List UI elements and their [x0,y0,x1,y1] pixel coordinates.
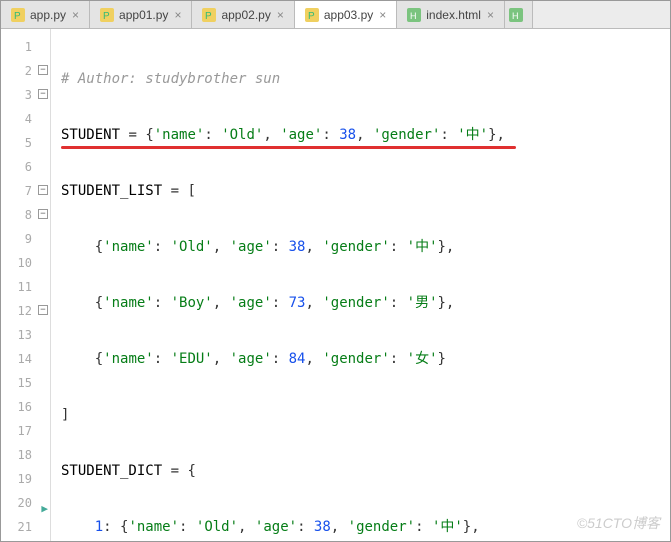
line-number: 2− [1,59,50,83]
line-number: 9 [1,227,50,251]
line-number: 8− [1,203,50,227]
close-icon[interactable]: × [174,8,181,22]
line-number: 18 [1,443,50,467]
line-number: 1 [1,35,50,59]
line-number: 7− [1,179,50,203]
tab-app02-py[interactable]: P app02.py × [192,1,294,28]
html-file-icon: H [509,8,523,22]
svg-text:P: P [103,11,110,22]
svg-text:P: P [14,11,21,22]
line-number: 6 [1,155,50,179]
tab-overflow[interactable]: H [505,1,533,28]
fold-icon[interactable]: − [38,209,48,219]
fold-close-icon[interactable]: − [38,305,48,315]
line-number: 19 [1,467,50,491]
svg-text:P: P [308,11,315,22]
tab-label: app03.py [324,8,373,22]
line-number: 20▶ [1,491,50,515]
line-number: 4 [1,107,50,131]
code-line: STUDENT_LIST = [ [61,179,670,203]
code-line: STUDENT = {'name': 'Old', 'age': 38, 'ge… [61,123,670,147]
close-icon[interactable]: × [72,8,79,22]
line-number: 3− [1,83,50,107]
line-number: 12− [1,299,50,323]
line-number: 14 [1,347,50,371]
svg-text:P: P [205,11,212,22]
ide-window: P app.py × P app01.py × P app02.py × P a… [0,0,671,542]
code-line: # Author: studybrother sun [61,67,670,91]
line-number: 13 [1,323,50,347]
html-file-icon: H [407,8,421,22]
close-icon[interactable]: × [277,8,284,22]
code-editor[interactable]: 1 2− 3− 4 5 6 7− 8− 9 10 11 12− 13 14 15… [1,29,670,541]
tab-label: app02.py [221,8,270,22]
tab-label: index.html [426,8,481,22]
code-line: {'name': 'EDU', 'age': 84, 'gender': '女'… [61,347,670,371]
annotation-underline [61,146,516,149]
code-area[interactable]: # Author: studybrother sun STUDENT = {'n… [51,29,670,541]
line-number: 21 [1,515,50,539]
close-icon[interactable]: × [379,8,386,22]
line-number: 16 [1,395,50,419]
close-icon[interactable]: × [487,8,494,22]
line-number: 15 [1,371,50,395]
code-line: STUDENT_DICT = { [61,459,670,483]
python-file-icon: P [202,8,216,22]
tab-index-html[interactable]: H index.html × [397,1,505,28]
fold-icon[interactable]: − [38,89,48,99]
tab-label: app01.py [119,8,168,22]
line-number: 11 [1,275,50,299]
tab-label: app.py [30,8,66,22]
line-number: 5 [1,131,50,155]
line-number: 10 [1,251,50,275]
line-number: 17 [1,419,50,443]
code-line: {'name': 'Old', 'age': 38, 'gender': '中'… [61,235,670,259]
line-number-gutter: 1 2− 3− 4 5 6 7− 8− 9 10 11 12− 13 14 15… [1,29,51,541]
code-line: {'name': 'Boy', 'age': 73, 'gender': '男'… [61,291,670,315]
fold-close-icon[interactable]: − [38,185,48,195]
tab-app-py[interactable]: P app.py × [1,1,90,28]
code-line: 1: {'name': 'Old', 'age': 38, 'gender': … [61,515,670,539]
editor-tabs: P app.py × P app01.py × P app02.py × P a… [1,1,670,29]
python-file-icon: P [100,8,114,22]
code-line: ] [61,403,670,427]
python-file-icon: P [305,8,319,22]
tab-app01-py[interactable]: P app01.py × [90,1,192,28]
fold-icon[interactable]: − [38,65,48,75]
svg-text:H: H [410,11,417,21]
tab-app03-py[interactable]: P app03.py × [295,1,397,28]
svg-text:H: H [512,11,519,21]
python-file-icon: P [11,8,25,22]
